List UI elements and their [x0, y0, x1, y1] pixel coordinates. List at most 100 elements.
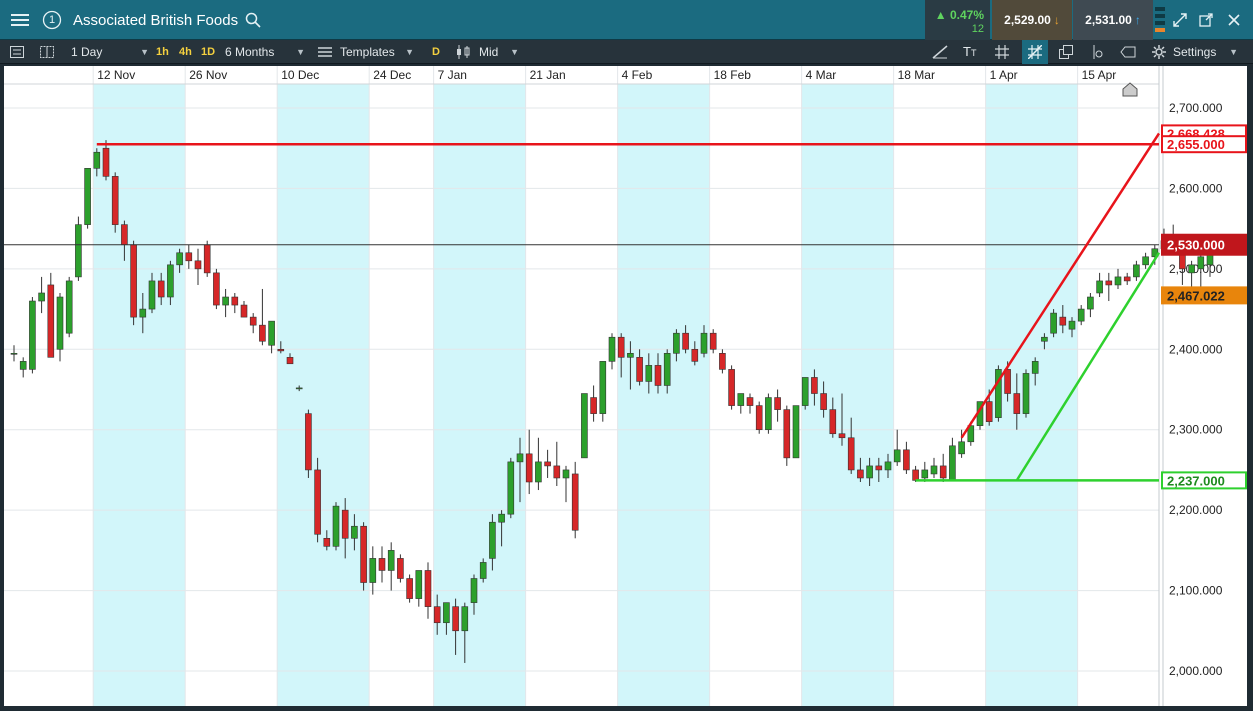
candle-body — [792, 405, 800, 459]
candle-body — [139, 308, 147, 318]
candle-body — [525, 453, 533, 483]
draw-line-icon[interactable] — [932, 40, 948, 64]
candle-body — [360, 525, 367, 583]
price-type-dropdown[interactable]: Mid ▼ — [479, 40, 519, 64]
candle-body — [1022, 373, 1030, 414]
search-icon[interactable] — [243, 0, 263, 40]
candle-body — [1142, 256, 1149, 266]
candle-body — [562, 469, 570, 479]
arrow-up-icon: ↑ — [1134, 13, 1141, 27]
interval-dropdown[interactable]: 1 Day ▼ — [71, 40, 149, 64]
candle-body — [111, 176, 119, 225]
candle-body — [452, 606, 459, 632]
price-chart[interactable]: 12 Nov 26 Nov 10 Dec 24 Dec 7 Jan 21 Jan 4 Feb… — [4, 66, 1247, 706]
text-tool-icon[interactable]: TT — [963, 40, 976, 64]
candle-body — [167, 264, 174, 298]
shaded-period-band — [93, 84, 186, 706]
candle-body — [397, 558, 404, 579]
candle-body — [479, 562, 487, 579]
candle-body — [1123, 276, 1131, 282]
crosshair-toggle-icon[interactable] — [1022, 40, 1048, 64]
range-dropdown[interactable]: 6 Months ▼ — [225, 40, 305, 64]
candle-body — [1096, 280, 1103, 294]
close-icon[interactable] — [1224, 0, 1244, 40]
gear-icon[interactable] — [1152, 40, 1166, 64]
instrument-title: Associated British Foods — [73, 12, 239, 29]
candle-body — [176, 252, 183, 266]
candle-body — [1031, 361, 1039, 374]
candle-body — [1077, 308, 1085, 322]
buy-price-button[interactable]: 2,531.00 ↑ — [1073, 0, 1153, 40]
candle-body — [47, 284, 55, 358]
candle-body — [1004, 369, 1011, 394]
x-tick-label: 4 Mar — [806, 68, 837, 82]
candle-body — [1068, 320, 1076, 330]
chart-canvas[interactable]: 12 Nov 26 Nov 10 Dec 24 Dec 7 Jan 21 Jan 4 Feb… — [4, 66, 1247, 706]
candle-body — [1197, 256, 1205, 270]
candle-body — [1133, 264, 1140, 278]
sell-price-button[interactable]: 2,529.00 ↓ — [992, 0, 1072, 40]
change-percent: ▲ 0.47% — [934, 8, 984, 22]
home-marker-icon[interactable] — [1122, 82, 1138, 97]
expand-icon[interactable] — [1170, 0, 1190, 40]
candle-body — [121, 224, 128, 246]
y-tick-label: 2,500.000 — [1169, 262, 1223, 276]
price-axis-label-text: 2,237.000 — [1167, 473, 1225, 488]
candle-body — [921, 469, 929, 479]
workspace-badge[interactable]: 1 — [40, 0, 64, 40]
candle-body — [498, 513, 505, 523]
layers-icon[interactable] — [1059, 40, 1073, 64]
candle-body — [185, 252, 193, 262]
indicator-icon[interactable] — [1090, 40, 1104, 64]
candle-body — [415, 570, 423, 599]
candle-body — [912, 469, 919, 481]
candle-body — [1059, 316, 1067, 326]
candle-body — [599, 361, 607, 414]
candle-body — [535, 461, 542, 483]
price-change: ▲ 0.47% 12 — [925, 0, 990, 40]
candle-body — [728, 369, 735, 406]
candle-body — [406, 578, 413, 599]
menu-icon[interactable] — [4, 0, 36, 40]
candle-body — [700, 332, 708, 354]
x-tick-label: 10 Dec — [281, 68, 319, 82]
candle-body — [249, 316, 257, 326]
candle-body — [222, 296, 229, 306]
templates-dropdown[interactable]: Templates ▼ — [340, 40, 414, 64]
candle-body — [709, 332, 717, 350]
candle-body — [75, 224, 82, 278]
range-label: 6 Months — [225, 45, 275, 59]
candle-body — [305, 413, 312, 471]
d-badge[interactable]: D — [432, 40, 440, 64]
y-tick-label: 2,600.000 — [1169, 181, 1223, 195]
list-icon[interactable] — [10, 40, 24, 64]
candle-body — [737, 393, 745, 406]
quick-1h-button[interactable]: 1h — [156, 40, 169, 64]
price-type-label: Mid — [479, 45, 499, 59]
candle-body — [314, 469, 321, 535]
quick-4h-button[interactable]: 4h — [179, 40, 192, 64]
templates-icon[interactable] — [318, 40, 332, 64]
eraser-icon[interactable] — [1120, 40, 1136, 64]
layout-icon[interactable] — [40, 40, 54, 64]
candle-body — [838, 433, 846, 439]
popout-icon[interactable] — [1196, 0, 1216, 40]
candle-body — [461, 606, 469, 632]
candle-body — [719, 353, 726, 370]
x-tick-label: 18 Mar — [898, 68, 935, 82]
candle-body — [903, 449, 910, 471]
settings-dropdown[interactable]: Settings ▼ — [1173, 40, 1238, 64]
candle-body — [29, 300, 36, 370]
candle-body — [866, 465, 873, 479]
x-tick-label: 21 Jan — [530, 68, 566, 82]
candle-body — [654, 365, 662, 386]
grid-icon[interactable] — [995, 40, 1009, 64]
candle-body — [1013, 393, 1021, 414]
candle-body — [130, 244, 137, 318]
candlestick-icon[interactable] — [456, 40, 472, 64]
candle-body — [268, 320, 275, 346]
candle-body — [636, 357, 643, 382]
price-axis-label-text: 2,530.000 — [1167, 238, 1225, 253]
quick-1d-button[interactable]: 1D — [201, 40, 215, 64]
candle-body — [1041, 336, 1048, 342]
